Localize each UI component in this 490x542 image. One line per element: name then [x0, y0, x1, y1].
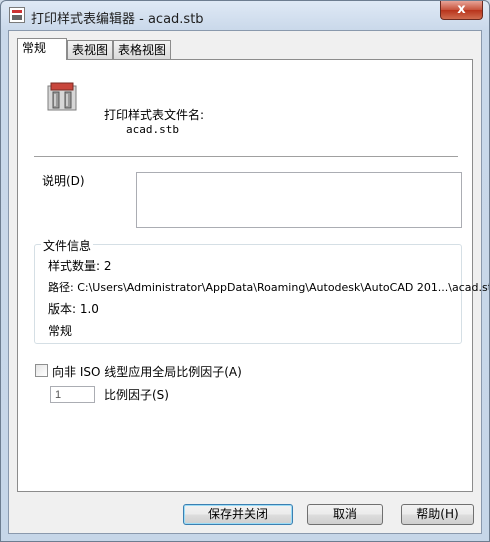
cancel-button[interactable]: 取消 [307, 504, 383, 525]
version: 版本: 1.0 [48, 302, 99, 316]
apply-scale-label: 向非 ISO 线型应用全局比例因子(A) [52, 365, 242, 379]
plot-style-file-icon [47, 82, 77, 111]
table-type: 常规 [48, 324, 73, 338]
filename-label: 打印样式表文件名: [104, 108, 205, 122]
save-close-button[interactable]: 保存并关闭 [183, 504, 293, 525]
file-path: 路径: C:\Users\Administrator\AppData\Roami… [48, 281, 490, 294]
title-bar[interactable]: 打印样式表编辑器 - acad.stb x [1, 1, 489, 31]
close-icon: x [457, 2, 466, 17]
general-tab-panel: 打印样式表文件名: acad.stb 说明(D) 文件信息 样式数量: 2 路径… [17, 59, 489, 492]
dialog-window: 打印样式表编辑器 - acad.stb x 常规 表视图 表格视图 打印样式表文… [0, 0, 490, 542]
window-title: 打印样式表编辑器 - acad.stb [31, 12, 204, 27]
description-label: 说明(D) [42, 174, 85, 188]
separator [34, 156, 458, 158]
scale-factor-input[interactable] [50, 386, 95, 403]
scale-factor-label: 比例因子(S) [104, 388, 169, 402]
file-info-group: 文件信息 样式数量: 2 路径: C:\Users\Administrator\… [34, 237, 489, 344]
help-button[interactable]: 帮助(H) [401, 504, 474, 525]
description-textarea[interactable] [136, 172, 462, 228]
apply-scale-checkbox[interactable] [35, 364, 48, 377]
tab-table-view[interactable]: 表视图 [67, 40, 113, 59]
close-button[interactable]: x [440, 1, 483, 20]
tab-general[interactable]: 常规 [17, 38, 67, 60]
filename-value: acad.stb [126, 123, 179, 136]
plot-style-app-icon [9, 7, 25, 23]
tab-form-view[interactable]: 表格视图 [113, 40, 171, 59]
style-count: 样式数量: 2 [48, 259, 112, 273]
file-info-title: 文件信息 [41, 237, 94, 254]
dialog-client-area: 常规 表视图 表格视图 打印样式表文件名: acad.stb 说明(D) 文件信… [8, 30, 489, 534]
